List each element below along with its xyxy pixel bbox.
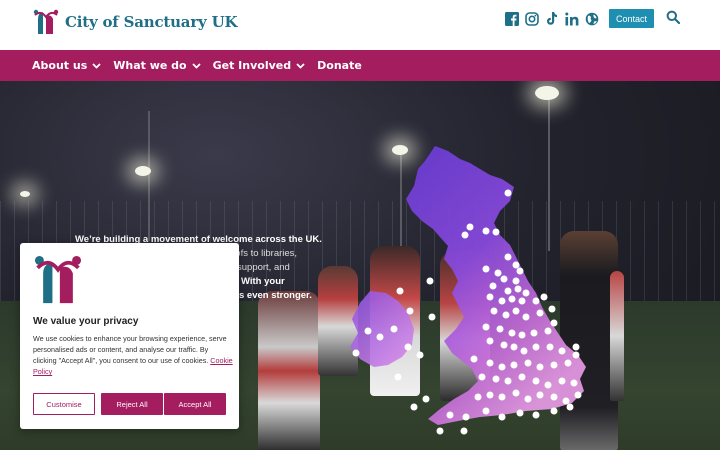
cookie-consent-dialog: We value your privacy We use cookies to … bbox=[20, 243, 239, 429]
cookie-body-text: We use cookies to enhance your browsing … bbox=[33, 334, 227, 365]
facebook-icon[interactable] bbox=[504, 11, 519, 26]
nav-label: What we do bbox=[113, 59, 187, 72]
accept-all-button[interactable]: Accept All bbox=[164, 393, 226, 415]
nav-item-get-involved[interactable]: Get Involved bbox=[213, 59, 306, 72]
instagram-icon[interactable] bbox=[524, 11, 539, 26]
cookie-title: We value your privacy bbox=[33, 316, 139, 327]
floodlight bbox=[135, 166, 151, 176]
chevron-down-icon bbox=[191, 62, 201, 69]
reject-all-button[interactable]: Reject All bbox=[101, 393, 163, 415]
customise-button[interactable]: Customise bbox=[33, 393, 95, 415]
nav-label: Get Involved bbox=[212, 59, 292, 72]
contact-button[interactable]: Contact bbox=[609, 9, 654, 28]
search-icon[interactable] bbox=[666, 10, 681, 29]
site-name: City of Sanctuary UK bbox=[65, 13, 238, 31]
logo-figures-icon bbox=[33, 9, 59, 34]
main-nav: About us What we do Get Involved Donate bbox=[0, 50, 720, 81]
nav-item-donate[interactable]: Donate bbox=[317, 59, 362, 72]
cookie-body: We use cookies to enhance your browsing … bbox=[33, 333, 233, 377]
uk-map-graphic bbox=[350, 146, 586, 435]
player-figure bbox=[610, 271, 624, 401]
floodlight bbox=[535, 86, 559, 100]
nav-item-what-we-do[interactable]: What we do bbox=[113, 59, 201, 72]
site-logo[interactable]: City of Sanctuary UK bbox=[32, 8, 237, 36]
floodlight-pole bbox=[148, 111, 150, 241]
floodlight bbox=[20, 191, 30, 197]
chevron-down-icon bbox=[92, 62, 101, 69]
linkedin-icon[interactable] bbox=[564, 11, 579, 26]
nav-label: Donate bbox=[317, 59, 362, 72]
chevron-down-icon bbox=[296, 62, 305, 69]
tiktok-icon[interactable] bbox=[544, 11, 559, 26]
logo-figures-icon bbox=[34, 255, 82, 304]
player-figure bbox=[258, 291, 320, 450]
site-header: City of Sanctuary UK Contact bbox=[0, 0, 720, 50]
nav-item-about-us[interactable]: About us bbox=[32, 59, 101, 72]
globe-icon[interactable] bbox=[584, 11, 599, 26]
nav-label: About us bbox=[32, 59, 88, 72]
social-links bbox=[504, 11, 604, 26]
